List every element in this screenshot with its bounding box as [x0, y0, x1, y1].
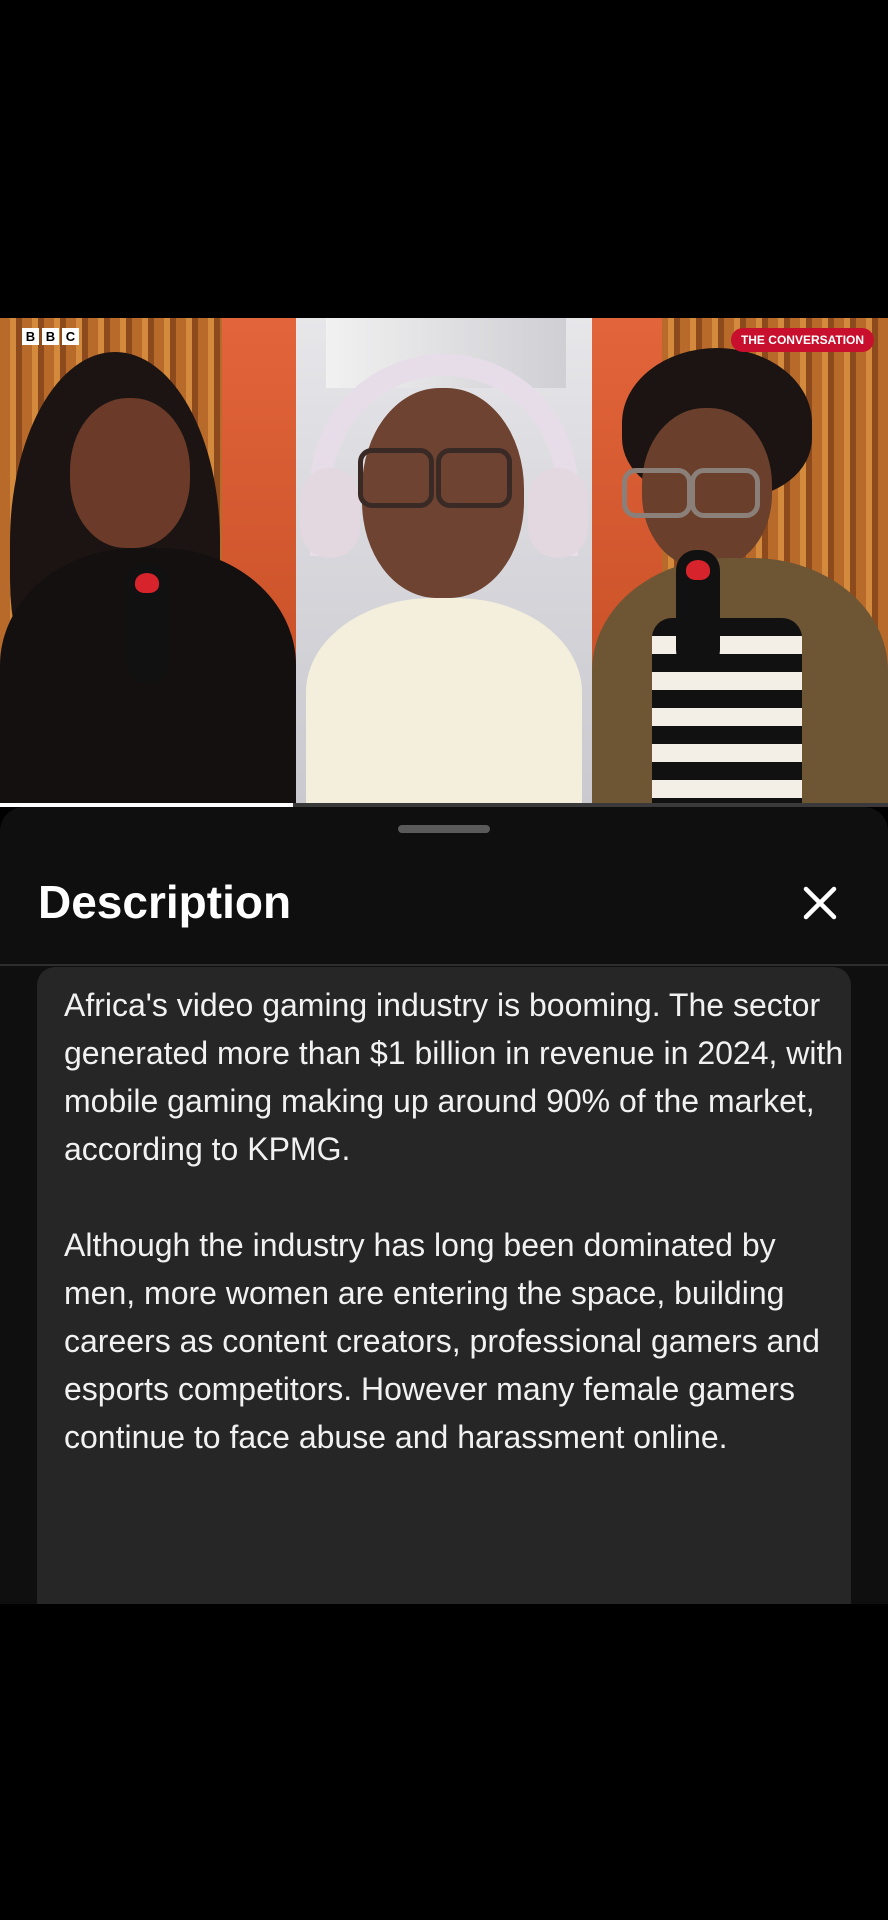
bbc-logo: B B C [22, 328, 79, 345]
speaker-right-striped-top [652, 618, 802, 803]
header-divider [0, 964, 888, 966]
mic-logo-icon [686, 560, 710, 580]
video-player[interactable]: B B C THE CONVERSATION [0, 318, 888, 803]
mic-logo-icon [135, 573, 159, 593]
video-panel-middle [296, 318, 592, 803]
close-icon [803, 886, 837, 920]
speaker-middle-sweater [306, 598, 582, 803]
bbc-logo-letter: C [62, 328, 79, 345]
glasses-right-lens [690, 468, 760, 518]
the-conversation-logo: THE CONVERSATION [731, 328, 874, 352]
description-sheet: Description Africa's video gaming indust… [0, 807, 888, 1604]
microphone-right [676, 550, 720, 670]
headphones-earcup-right [528, 468, 588, 558]
bbc-logo-letter: B [22, 328, 39, 345]
top-letterbox [0, 0, 888, 318]
microphone-left [125, 563, 169, 683]
bottom-letterbox [0, 1604, 888, 1920]
video-panel-right [592, 318, 888, 803]
glasses-left-lens [622, 468, 692, 518]
description-text: Africa's video gaming industry is boomin… [64, 987, 844, 1455]
bbc-logo-letter: B [42, 328, 59, 345]
speaker-left-face [70, 398, 190, 548]
video-panel-left: B B C [0, 318, 296, 803]
glasses-left-lens [358, 448, 434, 508]
headphones-earcup-left [300, 468, 360, 558]
drag-handle[interactable] [398, 825, 490, 833]
close-button[interactable] [794, 877, 846, 929]
description-card: Africa's video gaming industry is boomin… [37, 967, 851, 1604]
sheet-title: Description [38, 876, 292, 928]
glasses-right-lens [436, 448, 512, 508]
